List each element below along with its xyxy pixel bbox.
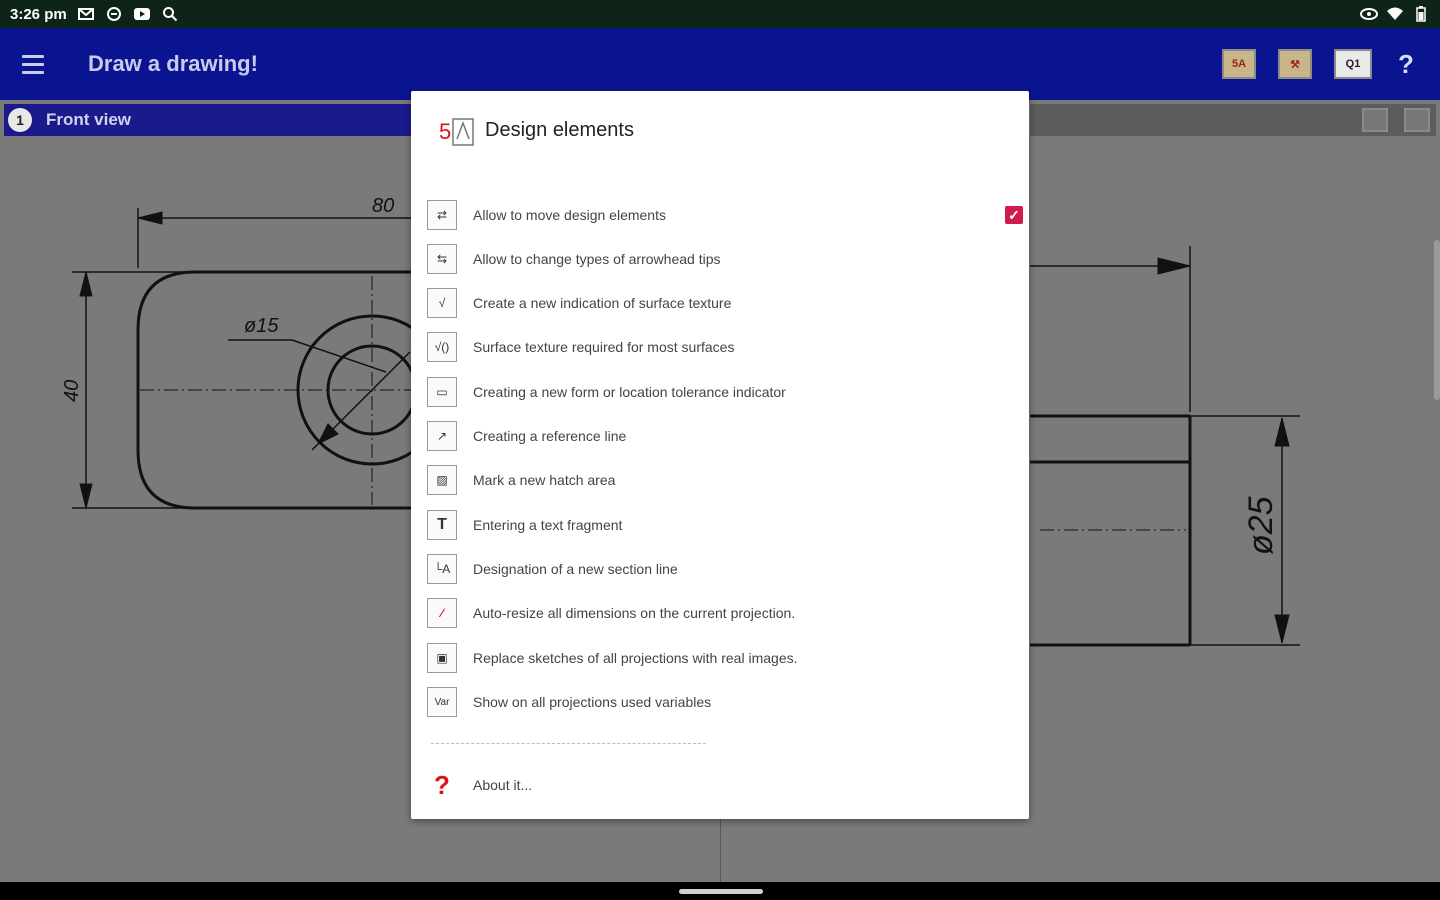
menu-item-label: Entering a text fragment xyxy=(473,517,623,533)
status-bar: 3:26 pm xyxy=(0,0,1440,28)
move-dimension-icon: ⇄ xyxy=(427,200,457,230)
menu-item-label: Creating a new form or location toleranc… xyxy=(473,384,786,400)
design-elements-dialog: 5 Design elements ⇄ Allow to move design… xyxy=(411,91,1029,819)
menu-item-section-line[interactable]: └A Designation of a new section line xyxy=(427,549,1017,589)
menu-item-replace-sketches[interactable]: ▣ Replace sketches of all projections wi… xyxy=(427,638,1017,678)
menu-item-move-elements[interactable]: ⇄ Allow to move design elements xyxy=(427,195,1017,235)
design-elements-button[interactable]: 5A xyxy=(1222,49,1256,79)
dialog-header: 5 Design elements xyxy=(439,111,634,149)
menu-item-text-fragment[interactable]: T Entering a text fragment xyxy=(427,505,1017,545)
video-icon xyxy=(133,6,151,22)
variables-icon: Var xyxy=(427,687,457,717)
menu-item-label: Replace sketches of all projections with… xyxy=(473,650,798,666)
reference-line-icon: ↗ xyxy=(427,421,457,451)
screen: 3:26 pm Draw a drawing! 5A ⚒ Q1 ? 1 Fron… xyxy=(0,0,1440,900)
dialog-title: Design elements xyxy=(485,118,634,141)
menu-item-label: Mark a new hatch area xyxy=(473,472,616,488)
text-icon: T xyxy=(427,510,457,540)
dimension-d25-label: ø25 xyxy=(1242,496,1280,555)
dimension-d15-label: ø15 xyxy=(244,315,279,337)
menu-item-auto-resize[interactable]: ∕ Auto-resize all dimensions on the curr… xyxy=(427,593,1017,633)
hatch-icon: ▨ xyxy=(427,465,457,495)
move-elements-checkbox[interactable]: ✓ xyxy=(1005,206,1023,224)
menu-item-label: Show on all projections used variables xyxy=(473,694,712,710)
battery-icon xyxy=(1412,6,1430,22)
menu-item-label: Auto-resize all dimensions on the curren… xyxy=(473,605,796,621)
quality-button[interactable]: Q1 xyxy=(1334,49,1372,79)
menu-item-hatch-area[interactable]: ▨ Mark a new hatch area xyxy=(427,460,1017,500)
about-label: About it... xyxy=(473,777,533,793)
eye-icon xyxy=(1360,6,1378,22)
menu-item-show-variables[interactable]: Var Show on all projections used variabl… xyxy=(427,682,1017,722)
dimension-80-label: 80 xyxy=(372,195,394,217)
dialog-separator xyxy=(431,743,706,744)
home-gesture-bar[interactable] xyxy=(679,889,763,894)
menu-item-arrowhead-types[interactable]: ⇆ Allow to change types of arrowhead tip… xyxy=(427,239,1017,279)
help-button[interactable]: ? xyxy=(1394,49,1418,80)
menu-icon[interactable] xyxy=(22,44,62,84)
menu-item-label: Creating a reference line xyxy=(473,428,627,444)
search-icon xyxy=(161,6,179,22)
menu-item-tolerance-indicator[interactable]: ▭ Creating a new form or location tolera… xyxy=(427,372,1017,412)
status-time: 3:26 pm xyxy=(10,5,67,23)
surface-texture-all-icon: √() xyxy=(427,332,457,362)
header-icon-number: 5 xyxy=(439,119,451,144)
menu-item-label: Designation of a new section line xyxy=(473,561,678,577)
section-line-icon: └A xyxy=(427,554,457,584)
tools-button[interactable]: ⚒ xyxy=(1278,49,1312,79)
app-bar: Draw a drawing! 5A ⚒ Q1 ? xyxy=(0,28,1440,100)
wifi-icon xyxy=(1386,6,1404,22)
navigation-bar xyxy=(0,882,1440,900)
auto-resize-icon: ∕ xyxy=(427,598,457,628)
menu-item-label: Allow to change types of arrowhead tips xyxy=(473,251,721,267)
design-elements-icon: 5 xyxy=(439,111,477,149)
menu-item-label: Surface texture required for most surfac… xyxy=(473,339,735,355)
mail-icon xyxy=(77,6,95,22)
app-title: Draw a drawing! xyxy=(88,51,258,76)
menu-item-surface-texture-most[interactable]: √() Surface texture required for most su… xyxy=(427,327,1017,367)
surface-texture-icon: √ xyxy=(427,288,457,318)
replace-sketch-icon: ▣ xyxy=(427,643,457,673)
menu-item-about[interactable]: ? About it... xyxy=(427,765,1017,805)
menu-item-surface-texture[interactable]: √ Create a new indication of surface tex… xyxy=(427,283,1017,323)
menu-item-reference-line[interactable]: ↗ Creating a reference line xyxy=(427,416,1017,456)
question-icon: ? xyxy=(434,769,450,800)
dimension-40-label: 40 xyxy=(61,380,83,402)
menu-item-label: Allow to move design elements xyxy=(473,207,666,223)
sync-icon xyxy=(105,6,123,22)
menu-item-label: Create a new indication of surface textu… xyxy=(473,295,732,311)
arrowhead-icon: ⇆ xyxy=(427,244,457,274)
tolerance-icon: ▭ xyxy=(427,377,457,407)
